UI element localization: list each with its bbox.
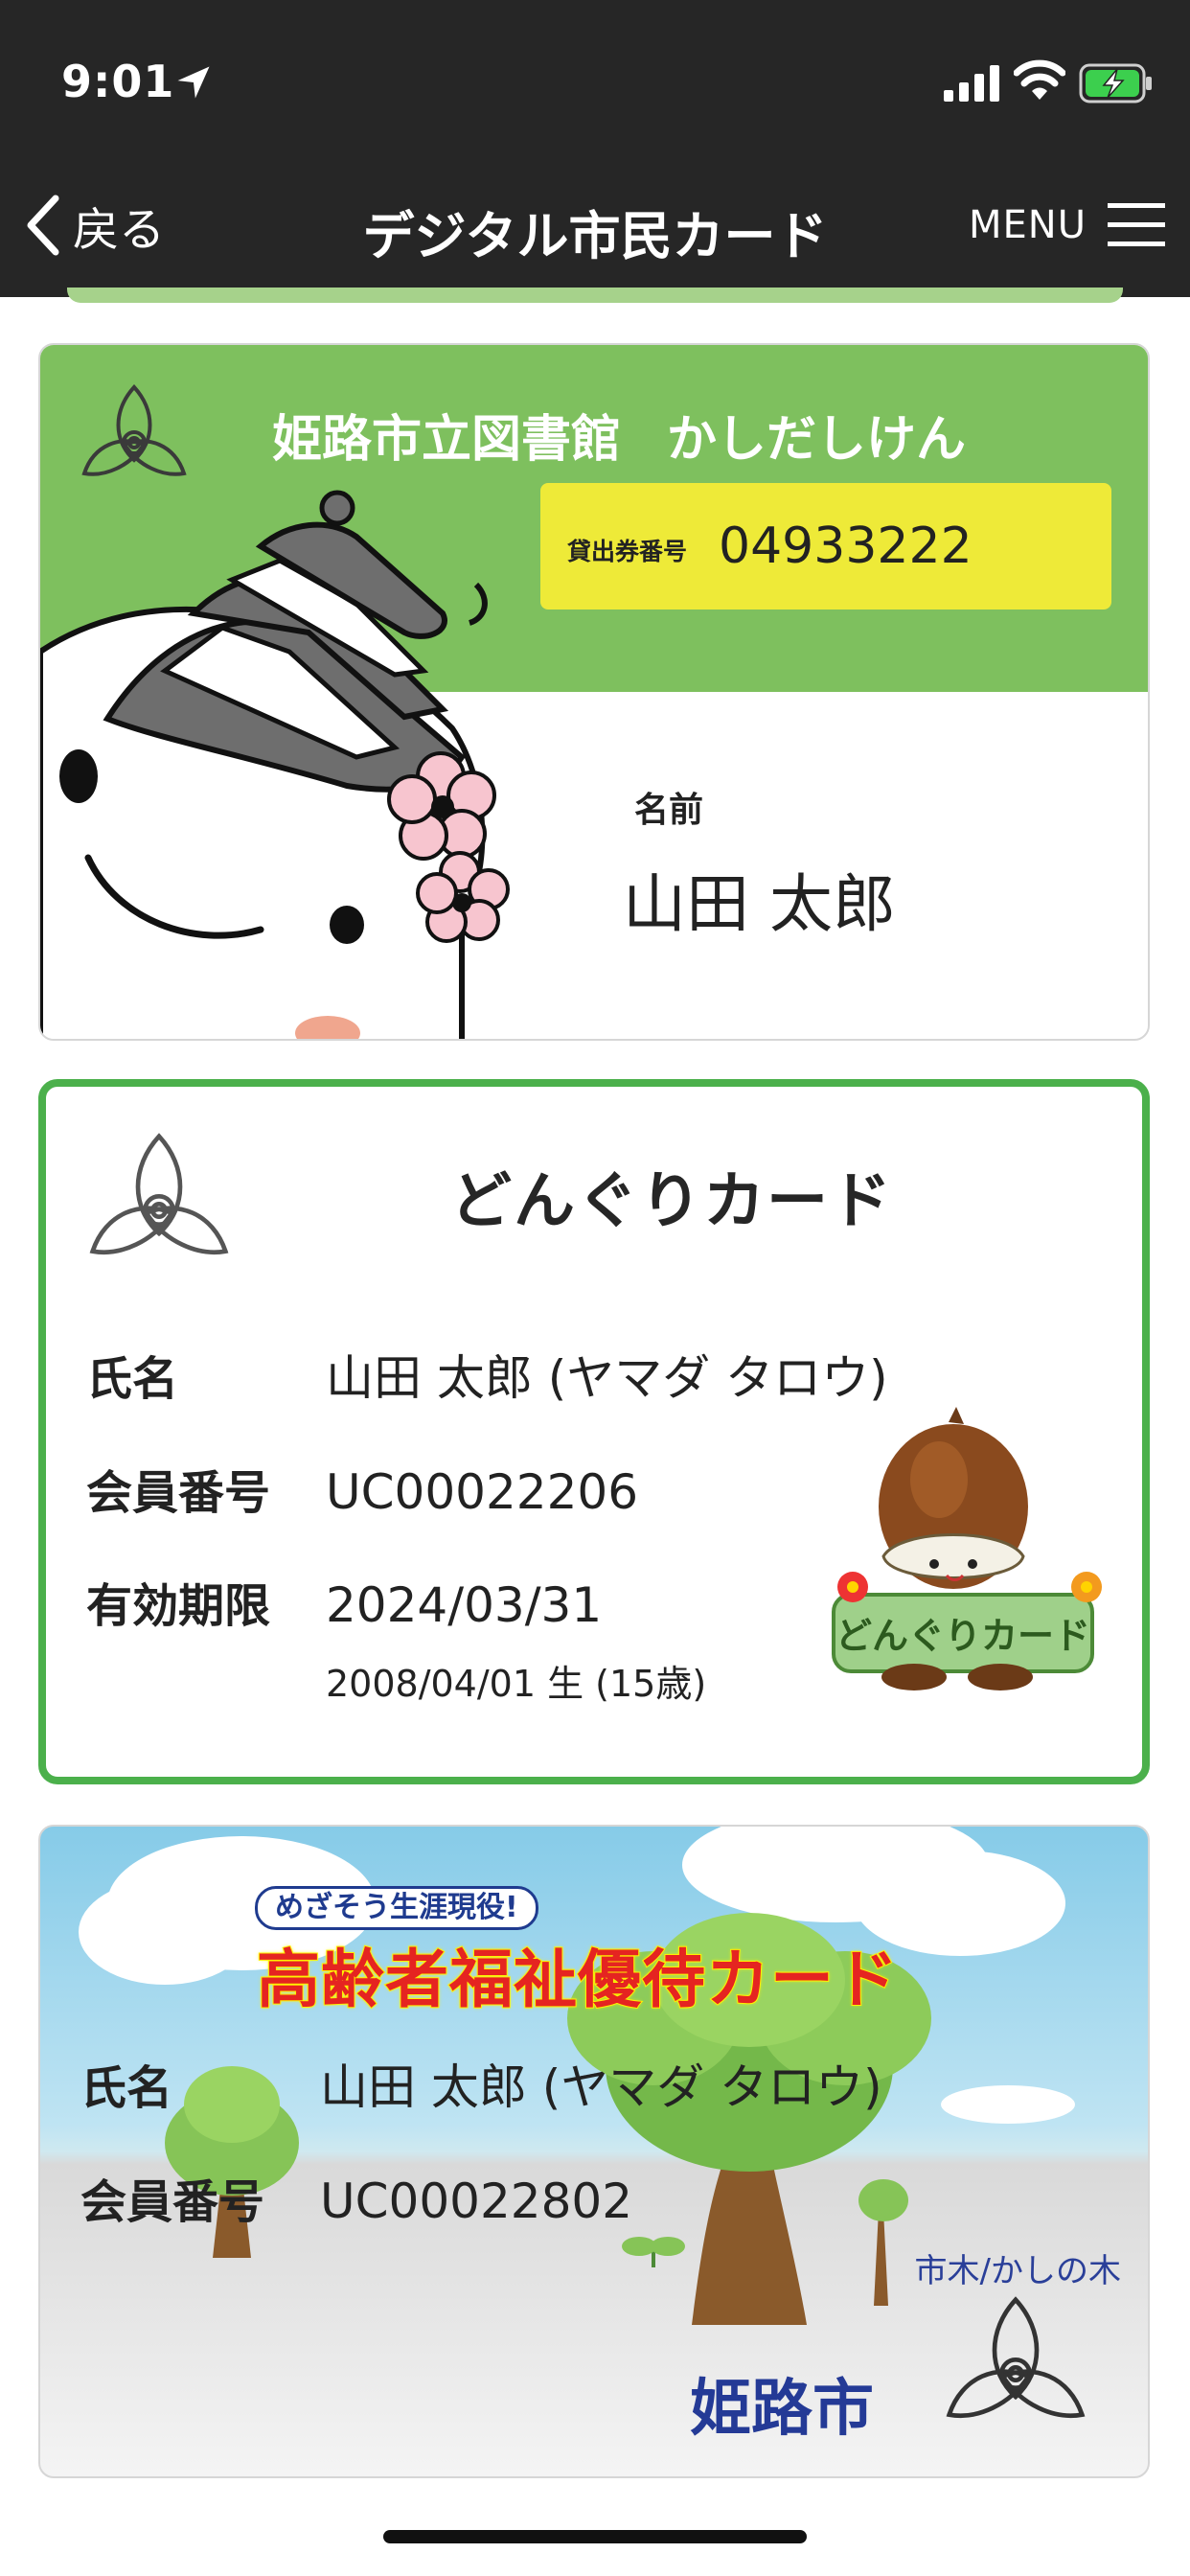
library-card[interactable]: 姫路市立図書館 かしだしけん 貸出券番号 04933222 名前 山田 太郎 (38, 343, 1150, 1041)
acorn-mascot-illustration: どんぐりカード (832, 1407, 1102, 1690)
senior-name-label: 氏名 (80, 2061, 173, 2115)
signal-icon (944, 65, 999, 102)
city-name: 姫路市 (690, 2374, 874, 2445)
hamburger-menu-icon (1108, 203, 1165, 246)
acorn-sign-text: どんぐりカード (835, 1615, 1090, 1657)
city-tree-label: 市木/かしの木 (914, 2252, 1121, 2290)
library-member-name: 山田 太郎 (623, 867, 896, 941)
donguri-expiry-label: 有効期限 (86, 1579, 271, 1633)
donguri-card-title: どんぐりカード (450, 1166, 893, 1237)
castle-mascot-illustration (40, 490, 510, 1039)
library-name: 姫路市立図書館 (272, 411, 622, 469)
library-card-title: 姫路市立図書館 かしだしけん (272, 399, 966, 471)
wifi-icon (1014, 59, 1065, 100)
menu-label: MENU (969, 203, 1087, 247)
navigation-bar: 戻る デジタル市民カード MENU (0, 153, 1190, 297)
donguri-member-number-value: UC00022206 (326, 1464, 639, 1520)
home-indicator[interactable] (383, 2530, 807, 2543)
library-card-subtitle: かしだしけん (667, 411, 967, 469)
status-bar: 9:01 (0, 0, 1190, 153)
senior-row-member-number: 会員番号 UC00022802 (80, 2164, 632, 2231)
senior-row-name: 氏名 山田 太郎 (ヤマダ タロウ) (80, 2049, 882, 2118)
library-name-label: 名前 (634, 791, 704, 830)
previous-card-edge (67, 288, 1123, 303)
donguri-name-label: 氏名 (86, 1352, 179, 1406)
menu-button[interactable]: MENU (969, 195, 1165, 256)
battery-charging-icon (1079, 63, 1152, 104)
senior-card-title: 高齢者福祉優待カード (256, 1942, 899, 2017)
donguri-card[interactable]: どんぐりカード 氏名 山田 太郎 (ヤマダ タロウ) 会員番号 UC000222… (38, 1079, 1150, 1784)
senior-member-number-value: UC00022802 (320, 2174, 633, 2229)
status-time: 9:01 (61, 56, 175, 107)
donguri-row-name: 氏名 山田 太郎 (ヤマダ タロウ) (86, 1340, 888, 1409)
donguri-expiry-value: 2024/03/31 (326, 1577, 603, 1633)
donguri-member-number-label: 会員番号 (86, 1466, 271, 1520)
donguri-birthdate: 2008/04/01 生 (15歳) (326, 1663, 707, 1705)
senior-name-value: 山田 太郎 (ヤマダ タロウ) (320, 2059, 882, 2115)
library-number-label: 貸出券番号 (567, 538, 688, 565)
senior-welfare-card[interactable]: めざそう生涯現役! 高齢者福祉優待カード 氏名 山田 太郎 (ヤマダ タロウ) … (38, 1825, 1150, 2478)
donguri-row-member-number: 会員番号 UC00022206 (86, 1455, 638, 1522)
location-arrow-icon (177, 66, 210, 99)
library-number-box: 貸出券番号 04933222 (540, 483, 1111, 610)
library-number: 04933222 (719, 518, 973, 575)
donguri-name-value: 山田 太郎 (ヤマダ タロウ) (326, 1350, 888, 1406)
donguri-row-expiry: 有効期限 2024/03/31 (86, 1568, 602, 1635)
senior-member-number-label: 会員番号 (80, 2175, 265, 2229)
city-emblem-icon (946, 2296, 1086, 2418)
city-emblem-icon (89, 1133, 229, 1254)
senior-badge: めざそう生涯現役! (255, 1886, 538, 1930)
